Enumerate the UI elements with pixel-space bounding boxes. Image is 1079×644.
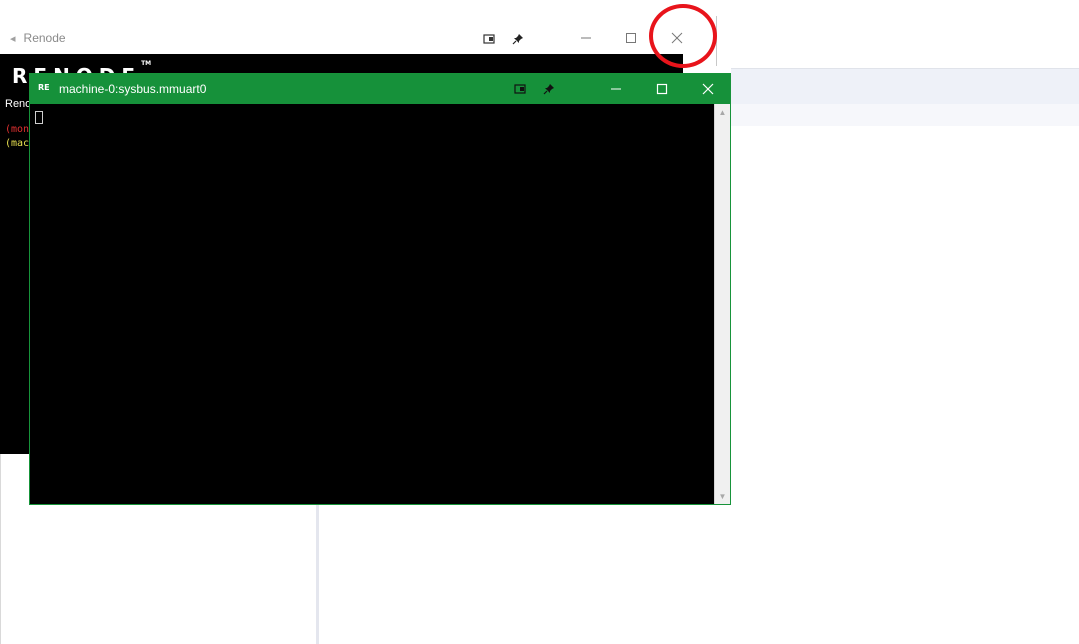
uart-terminal[interactable] bbox=[30, 104, 714, 504]
pin-icon bbox=[512, 34, 523, 45]
uart-minimize-button[interactable] bbox=[603, 78, 629, 100]
background-panel-header bbox=[731, 68, 1079, 105]
pin-button[interactable] bbox=[509, 30, 527, 48]
uart-window-title: machine-0:sysbus.mmuart0 bbox=[59, 82, 207, 96]
vertical-scrollbar[interactable]: ▲ ▼ bbox=[714, 104, 730, 504]
background-panel-subheader bbox=[731, 104, 1079, 126]
popout-icon bbox=[483, 34, 495, 44]
pin-icon bbox=[543, 84, 554, 95]
renode-window-titlebar bbox=[0, 0, 720, 54]
popout-button[interactable] bbox=[480, 30, 498, 48]
uart-window-titlebar[interactable]: RE machine-0:sysbus.mmuart0 bbox=[30, 74, 730, 104]
popout-icon bbox=[514, 84, 526, 94]
close-icon bbox=[702, 83, 714, 95]
renode-app-icon: ◂ bbox=[10, 32, 16, 45]
uart-pin-button[interactable] bbox=[540, 80, 558, 98]
uart-popout-button[interactable] bbox=[511, 80, 529, 98]
monitor-prompt: (mon bbox=[5, 124, 30, 135]
renode-window-title: ◂ Renode bbox=[10, 31, 66, 45]
minimize-button[interactable] bbox=[575, 28, 597, 48]
minimize-icon bbox=[611, 88, 621, 90]
uart-maximize-button[interactable] bbox=[649, 78, 675, 100]
uart-window: RE machine-0:sysbus.mmuart0 ▲ ▼ bbox=[29, 73, 731, 505]
uart-close-button[interactable] bbox=[695, 78, 721, 100]
annotation-circle bbox=[649, 4, 717, 68]
minimize-icon bbox=[581, 37, 591, 39]
maximize-icon bbox=[656, 83, 668, 95]
renode-banner-line: Reno bbox=[5, 98, 32, 110]
maximize-button[interactable] bbox=[620, 28, 642, 48]
scroll-down-arrow-icon[interactable]: ▼ bbox=[715, 490, 730, 502]
uart-app-icon: RE bbox=[38, 83, 50, 92]
scroll-up-arrow-icon[interactable]: ▲ bbox=[715, 106, 730, 118]
terminal-cursor bbox=[35, 111, 43, 124]
logo-trademark: TM bbox=[141, 60, 152, 68]
renode-window-title-text: Renode bbox=[23, 31, 66, 45]
machine-prompt: (mac bbox=[5, 138, 30, 149]
maximize-icon bbox=[626, 33, 636, 43]
